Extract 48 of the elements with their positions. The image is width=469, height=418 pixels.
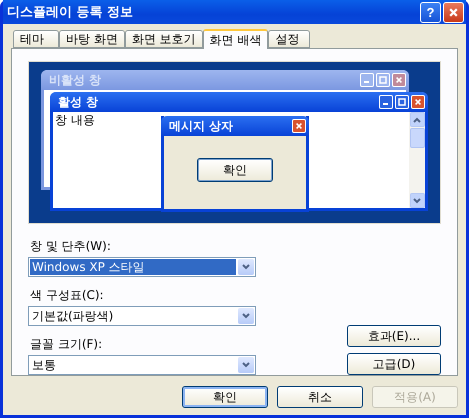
tab[interactable]: 화면 배색 (202, 29, 268, 49)
chevron-up-icon (413, 116, 421, 122)
maximize-icon (379, 76, 387, 84)
close-button[interactable] (392, 73, 406, 87)
scroll-down-button[interactable] (410, 193, 424, 208)
chevron-down-icon (242, 264, 250, 270)
message-box-title: 메시지 상자 (169, 118, 234, 134)
window-title: 디스플레이 등록 정보 (7, 4, 134, 21)
close-button[interactable] (411, 95, 425, 109)
close-icon (395, 76, 403, 84)
field-label: 글꼴 크기(F): (30, 336, 104, 353)
help-button[interactable]: ? (420, 2, 441, 22)
dropdown-arrow-button[interactable] (238, 308, 254, 324)
dropdown[interactable]: 기본값(파랑색) (28, 306, 256, 326)
close-icon (448, 6, 459, 18)
dialog-button[interactable]: 효과(E)... (347, 325, 441, 347)
minimize-button[interactable] (379, 95, 393, 109)
dropdown-arrow-button[interactable] (238, 357, 254, 373)
tab[interactable]: 설정 (268, 30, 310, 48)
preview-window-title: 비활성 창 (49, 72, 102, 88)
dropdown[interactable]: Windows XP 스타일 (28, 257, 256, 277)
tab[interactable]: 바탕 화면 (59, 30, 125, 48)
window-content-text: 창 내용 (55, 112, 95, 129)
field-label: 색 구성표(C): (30, 287, 105, 304)
close-icon (414, 98, 422, 106)
tab[interactable]: 화면 보호기 (124, 30, 203, 48)
close-icon (295, 122, 303, 130)
chevron-down-icon (413, 198, 421, 204)
maximize-button[interactable] (395, 95, 409, 109)
ok-button[interactable]: 확인 (197, 158, 273, 182)
dropdown-value: Windows XP 스타일 (30, 259, 236, 275)
dialog-button[interactable]: 취소 (277, 386, 363, 408)
dropdown[interactable]: 보통 (28, 355, 256, 375)
chevron-down-icon (242, 313, 250, 319)
dialog-button[interactable]: 확인 (182, 386, 268, 408)
dropdown-value: 보통 (31, 357, 57, 373)
field-label: 창 및 단추(W): (30, 238, 112, 255)
tab[interactable]: 테마 (13, 30, 59, 48)
maximize-icon (398, 98, 406, 106)
chevron-down-icon (242, 362, 250, 368)
scroll-thumb[interactable] (410, 128, 424, 148)
close-button[interactable] (292, 119, 306, 133)
dropdown-value: 기본값(파랑색) (31, 308, 114, 324)
preview-window-title: 활성 창 (58, 94, 98, 110)
dropdown-arrow-button[interactable] (238, 259, 254, 275)
dialog-button[interactable]: 고급(D) (347, 353, 441, 375)
close-button[interactable] (443, 2, 464, 22)
scroll-up-button[interactable] (410, 112, 424, 127)
